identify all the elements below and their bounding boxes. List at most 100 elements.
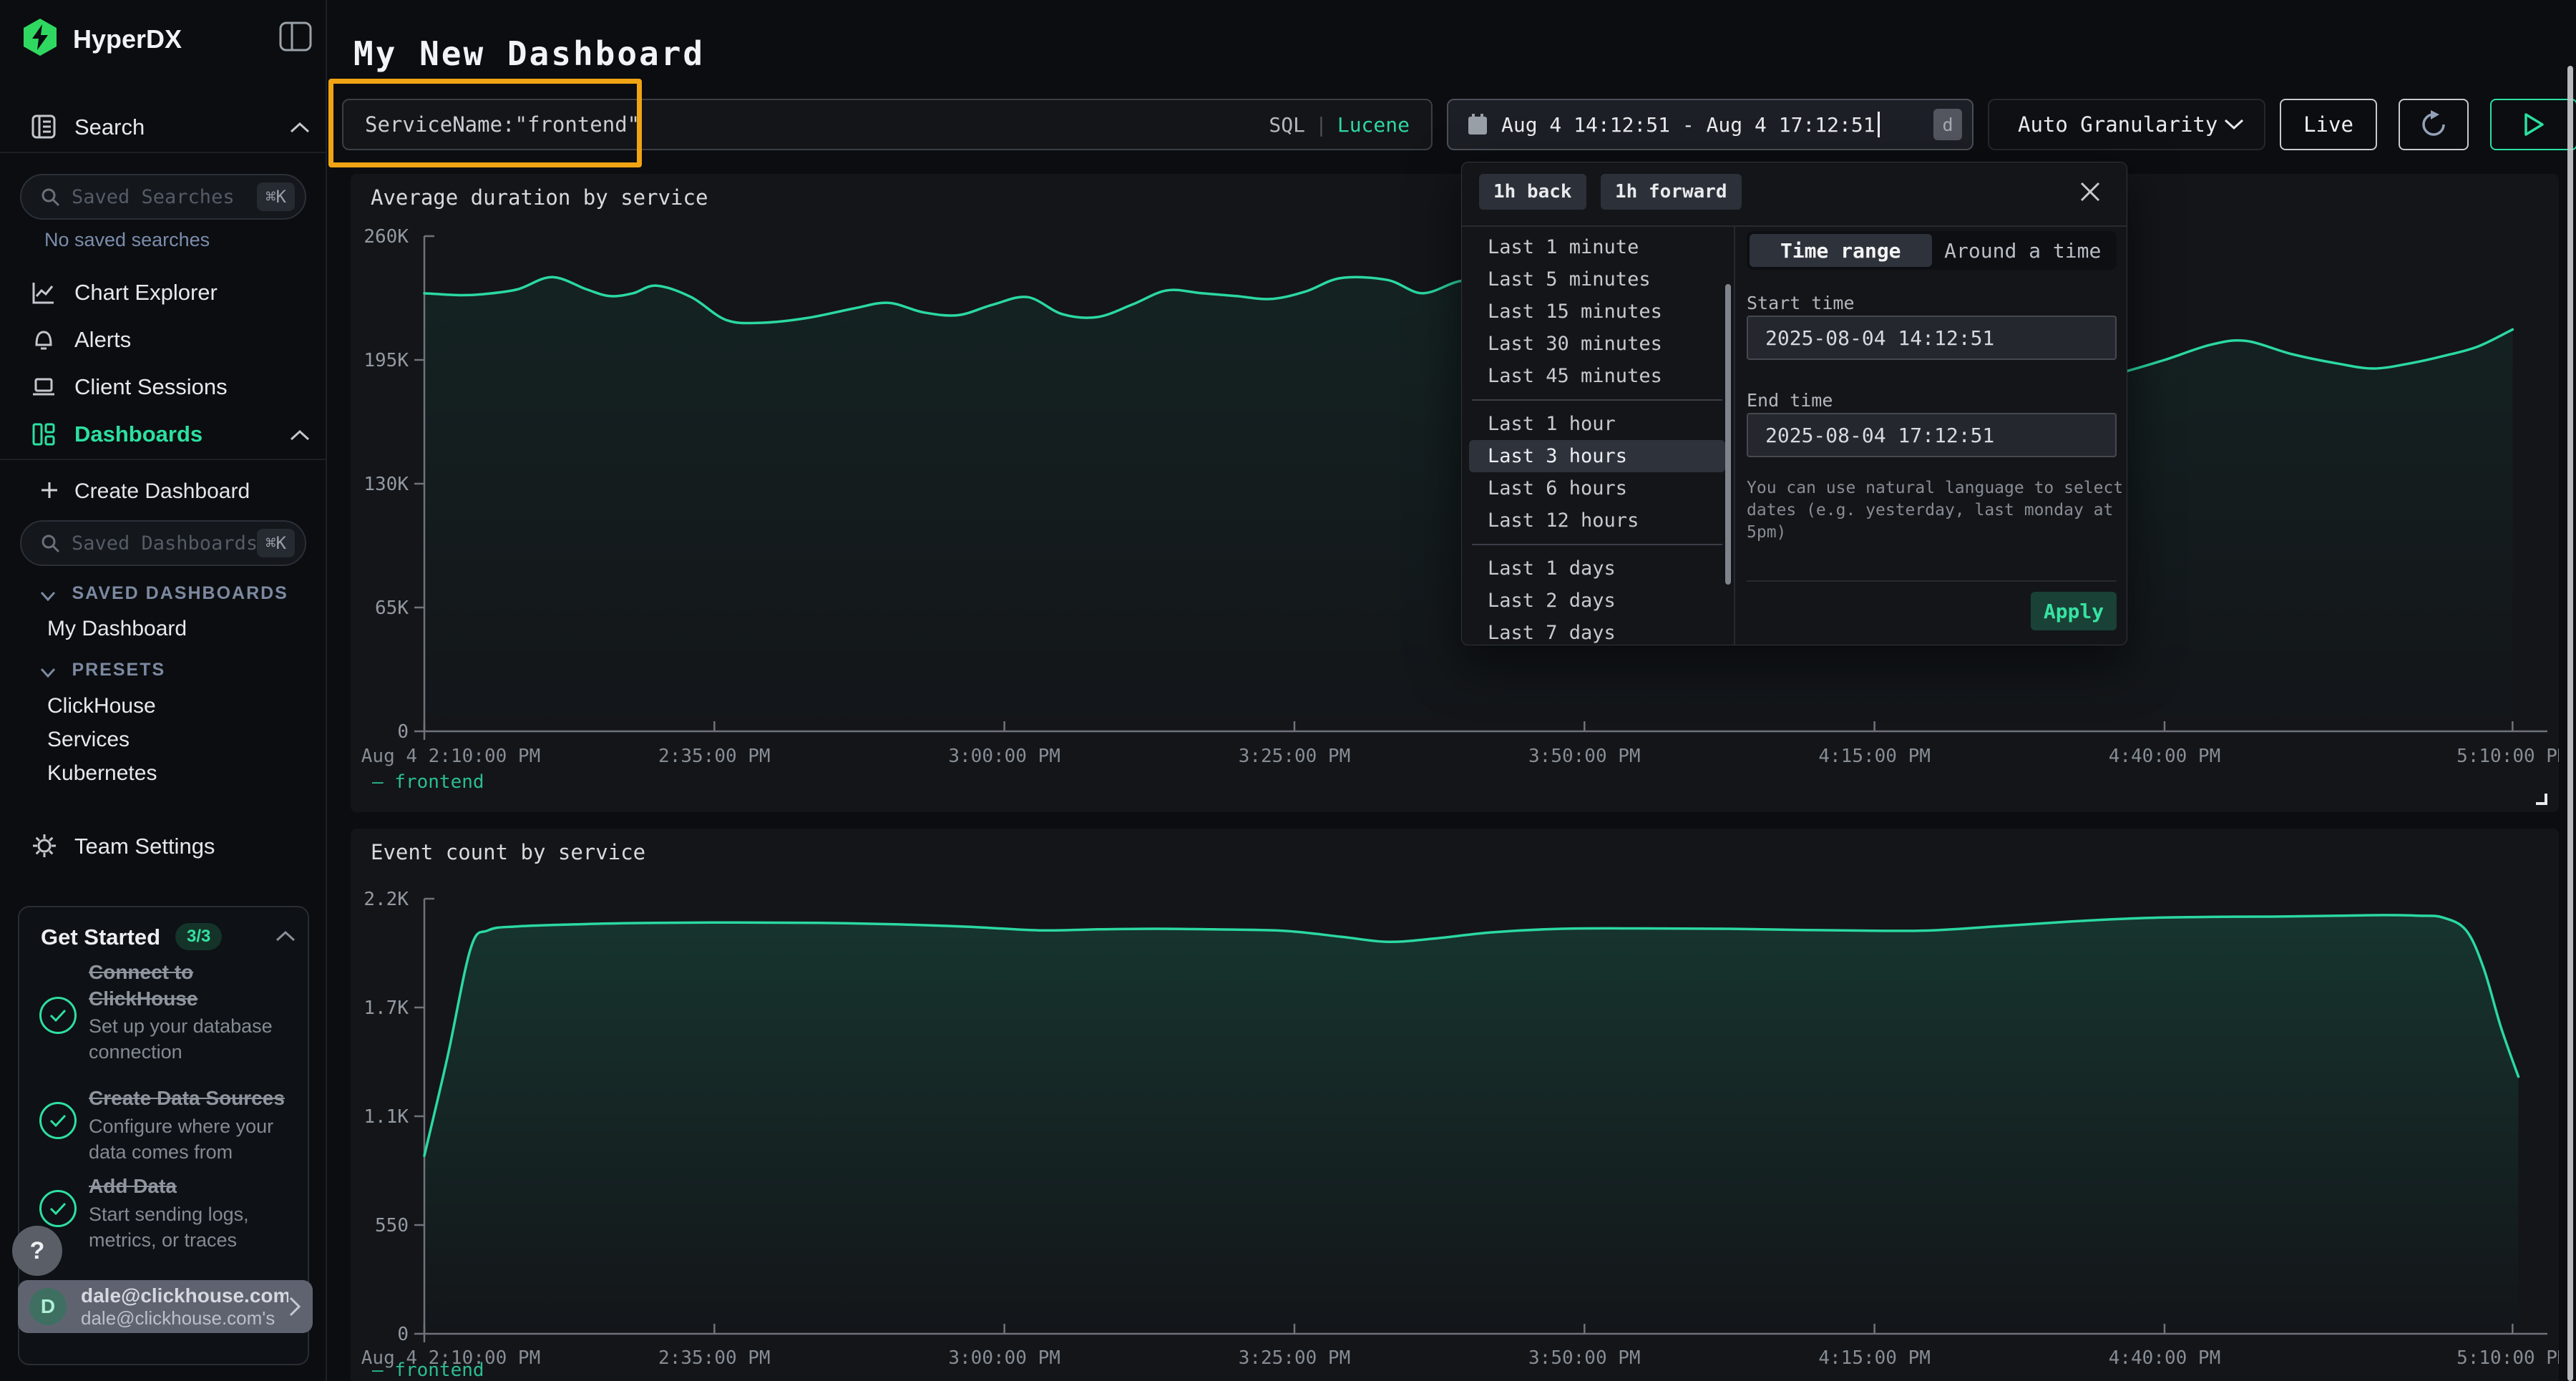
tab-time-range[interactable]: Time range [1750, 234, 1932, 267]
get-started-step-desc: Configure where your data comes from [89, 1113, 298, 1165]
chevron-down-icon [2224, 119, 2244, 130]
help-question-icon: ? [30, 1237, 45, 1265]
shortcut-badge: ⌘K [257, 182, 295, 211]
line-chart-icon [31, 280, 56, 305]
svg-text:550: 550 [375, 1215, 409, 1236]
page-title: My New Dashboard [353, 34, 705, 73]
sidebar-item-label: Search [74, 114, 145, 140]
shift-forward-button[interactable]: 1h forward [1601, 174, 1742, 210]
create-dashboard-label: Create Dashboard [74, 479, 250, 504]
sidebar-item-search[interactable]: Search [0, 106, 327, 150]
time-option-last-12-hours[interactable]: Last 12 hours [1469, 504, 1725, 537]
tab-around-a-time[interactable]: Around a time [1932, 234, 2114, 267]
svg-text:260K: 260K [364, 226, 409, 248]
panel-resize-handle[interactable] [2536, 794, 2547, 805]
section-header: SAVED DASHBOARDS [72, 583, 288, 603]
section-saved-dashboards[interactable]: SAVED DASHBOARDS [40, 583, 312, 604]
search-page-icon [31, 114, 56, 139]
end-time-field[interactable]: 2025-08-04 17:12:51 [1747, 413, 2117, 457]
sidebar-item-label: Alerts [74, 327, 131, 353]
saved-dashboards-input[interactable]: Saved Dashboards ⌘K [20, 520, 306, 566]
time-option-last-6-hours[interactable]: Last 6 hours [1469, 472, 1725, 504]
svg-text:4:40:00 PM: 4:40:00 PM [2109, 1347, 2221, 1369]
svg-text:195K: 195K [364, 350, 409, 371]
time-option-last-45-minutes[interactable]: Last 45 minutes [1469, 360, 1725, 392]
get-started-step-title[interactable]: Add Data [89, 1173, 298, 1199]
time-range-input[interactable]: Aug 4 14:12:51 - Aug 4 17:12:51 d [1447, 99, 1974, 150]
sidebar-collapse-button[interactable] [279, 21, 312, 52]
gear-icon [31, 833, 57, 859]
svg-text:0: 0 [397, 1324, 409, 1345]
time-option-last-3-hours[interactable]: Last 3 hours [1469, 440, 1725, 472]
saved-dashboards-placeholder: Saved Dashboards [72, 532, 257, 555]
time-option-last-5-minutes[interactable]: Last 5 minutes [1469, 263, 1725, 296]
get-started-step-desc: Start sending logs, metrics, or traces [89, 1201, 298, 1253]
sidebar-item-team-settings[interactable]: Team Settings [0, 827, 327, 867]
sidebar-item-label: Dashboards [74, 421, 203, 447]
time-option-last-1-days[interactable]: Last 1 days [1469, 552, 1725, 585]
time-option-last-1-hour[interactable]: Last 1 hour [1469, 408, 1725, 440]
svg-text:1.1K: 1.1K [364, 1106, 409, 1128]
dashboard-link-my-dashboard[interactable]: My Dashboard [47, 617, 187, 641]
check-circle-icon [39, 997, 77, 1034]
user-menu[interactable]: D dale@clickhouse.com dale@clickhouse.co… [18, 1280, 313, 1333]
granularity-select[interactable]: Auto Granularity [1988, 99, 2265, 150]
preset-link-kubernetes[interactable]: Kubernetes [47, 761, 157, 786]
avatar: D [29, 1288, 67, 1325]
check-circle-icon [39, 1102, 77, 1139]
time-option-last-2-days[interactable]: Last 2 days [1469, 585, 1725, 617]
duration-shortcut-badge: d [1933, 109, 1962, 140]
time-option-last-15-minutes[interactable]: Last 15 minutes [1469, 296, 1725, 328]
divider [1472, 399, 1722, 401]
check-circle-icon [39, 1190, 77, 1227]
refresh-icon [2418, 109, 2449, 140]
svg-text:2.2K: 2.2K [364, 889, 409, 910]
sql-mode-toggle[interactable]: SQL [1269, 113, 1305, 137]
sidebar-item-chart-explorer[interactable]: Chart Explorer [0, 273, 327, 313]
list-scrollbar[interactable] [1725, 284, 1731, 585]
svg-text:Aug 4 2:10:00 PM: Aug 4 2:10:00 PM [361, 746, 540, 767]
help-button[interactable]: ? [12, 1226, 62, 1276]
close-icon[interactable] [2078, 180, 2102, 204]
chevron-up-icon [290, 122, 310, 133]
shortcut-badge: ⌘K [257, 529, 295, 557]
chevron-down-icon [40, 591, 56, 601]
divider [0, 459, 327, 460]
time-option-last-30-minutes[interactable]: Last 30 minutes [1469, 328, 1725, 360]
sidebar-item-label: Chart Explorer [74, 280, 218, 306]
get-started-step-title[interactable]: Connect to ClickHouse [89, 959, 298, 1012]
chart-svg-1[interactable]: 05501.1K1.7K2.2KAug 4 2:10:00 PM2:35:00 … [351, 829, 2559, 1381]
svg-text:3:00:00 PM: 3:00:00 PM [948, 1347, 1060, 1369]
section-presets[interactable]: PRESETS [40, 660, 312, 680]
preset-link-clickhouse[interactable]: ClickHouse [47, 694, 156, 718]
live-button[interactable]: Live [2280, 99, 2377, 150]
live-label: Live [2303, 112, 2353, 137]
divider [0, 152, 327, 153]
refresh-button[interactable] [2399, 99, 2469, 150]
chart-svg-0[interactable]: 065K130K195K260KAug 4 2:10:00 PM2:35:00 … [351, 174, 2559, 812]
start-time-field[interactable]: 2025-08-04 14:12:51 [1747, 316, 2117, 360]
chevron-down-icon [40, 668, 56, 678]
sidebar-item-dashboards[interactable]: Dashboards [0, 415, 327, 455]
svg-text:2:35:00 PM: 2:35:00 PM [658, 746, 771, 767]
run-query-button[interactable] [2490, 99, 2576, 150]
time-option-last-7-days[interactable]: Last 7 days [1469, 617, 1725, 645]
preset-link-services[interactable]: Services [47, 728, 130, 752]
chart-title: Average duration by service [371, 185, 708, 210]
chevron-up-icon[interactable] [275, 930, 296, 942]
sidebar-item-client-sessions[interactable]: Client Sessions [0, 368, 327, 408]
lucene-mode-toggle[interactable]: Lucene [1337, 113, 1410, 137]
create-dashboard-button[interactable]: Create Dashboard [0, 474, 327, 508]
svg-text:2:35:00 PM: 2:35:00 PM [658, 1347, 771, 1369]
user-org: dale@clickhouse.com's [81, 1307, 288, 1329]
svg-text:5:10:00 PM: 5:10:00 PM [2457, 746, 2559, 767]
apply-button[interactable]: Apply [2031, 592, 2117, 630]
sidebar-item-alerts[interactable]: Alerts [0, 321, 327, 361]
shift-back-button[interactable]: 1h back [1479, 174, 1586, 210]
time-option-last-1-minute[interactable]: Last 1 minute [1469, 231, 1725, 263]
saved-searches-input[interactable]: Saved Searches ⌘K [20, 174, 306, 220]
svg-text:3:00:00 PM: 3:00:00 PM [948, 746, 1060, 767]
page-scrollbar[interactable] [2567, 66, 2573, 1381]
search-icon [40, 187, 60, 207]
get-started-step-title[interactable]: Create Data Sources [89, 1085, 298, 1111]
